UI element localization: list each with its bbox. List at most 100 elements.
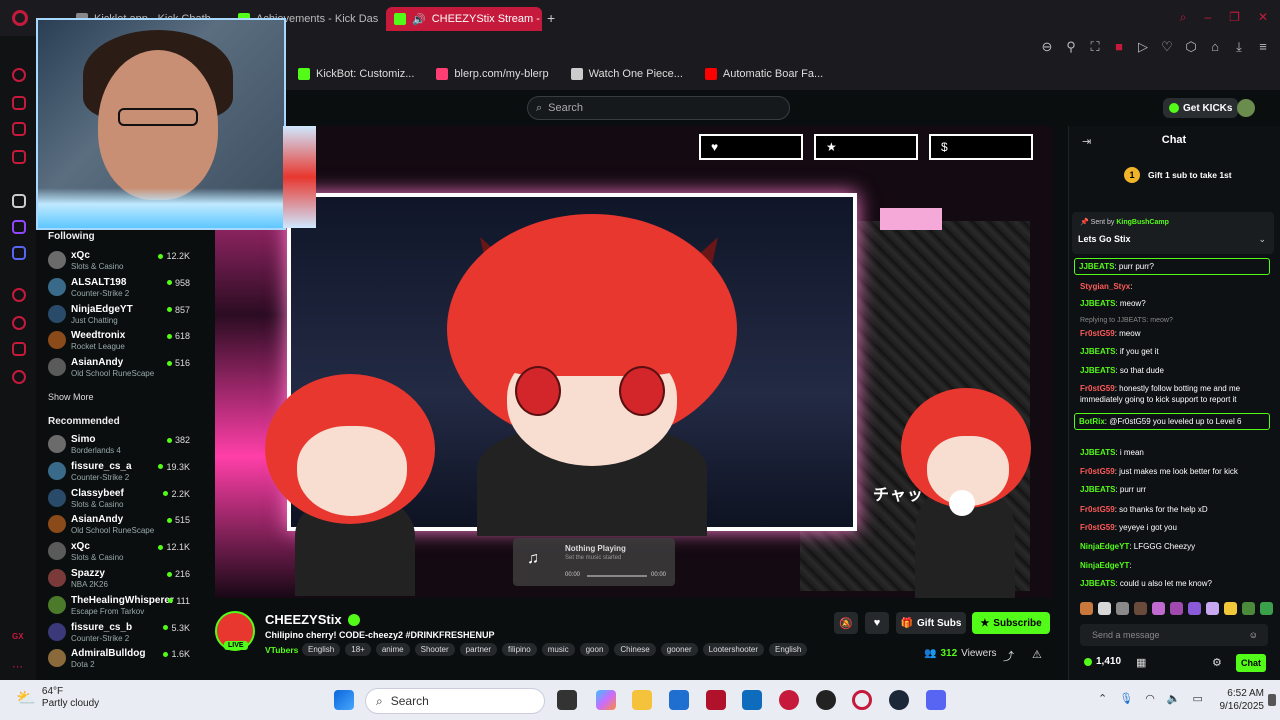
- weather-widget[interactable]: ⛅ 64°F Partly cloudy: [16, 686, 99, 710]
- system-clock[interactable]: 6:52 AM 9/16/2025: [1204, 687, 1265, 713]
- subscribe-button[interactable]: ★ Subscribe: [972, 612, 1050, 634]
- settings-icon[interactable]: [12, 370, 26, 384]
- file-explorer-icon[interactable]: [632, 690, 652, 710]
- app-icon-red[interactable]: [706, 690, 726, 710]
- channel-points[interactable]: 1,410: [1084, 656, 1121, 667]
- gift-subs-button[interactable]: 🎁 Gift Subs: [896, 612, 966, 634]
- chat-username[interactable]: JJBEATS: [1080, 299, 1115, 308]
- steam-icon[interactable]: [889, 690, 909, 710]
- twitch-icon[interactable]: [12, 220, 26, 234]
- copilot-icon[interactable]: [596, 690, 616, 710]
- volume-icon[interactable]: 🔈: [1167, 692, 1181, 705]
- chat-username[interactable]: Fr0stG59: [1080, 329, 1115, 338]
- stream-tag[interactable]: filipino: [502, 643, 537, 656]
- bookmark-blerp[interactable]: blerp.com/my-blerp: [436, 68, 549, 80]
- chat-message[interactable]: JJBEATS: i mean: [1080, 447, 1270, 458]
- media-app-icon[interactable]: [779, 690, 799, 710]
- emote-icon[interactable]: [1188, 602, 1201, 615]
- user-avatar[interactable]: [1237, 99, 1255, 117]
- stream-tag[interactable]: English: [302, 643, 341, 656]
- search-tabs-icon[interactable]: ⌕: [1180, 10, 1187, 25]
- bookmark-kickbot[interactable]: KickBot: Customiz...: [298, 68, 414, 80]
- speaker-icon[interactable]: 🔊: [412, 13, 426, 26]
- gift-leaderboard[interactable]: 1 Gift 1 sub to take 1st: [1124, 167, 1232, 183]
- chat-username[interactable]: JJBEATS: [1080, 579, 1115, 588]
- pinned-message[interactable]: 📌 Sent by KingBushCamp Lets Go Stix ⌄: [1072, 212, 1274, 254]
- store-icon[interactable]: ▦: [1136, 656, 1146, 669]
- chat-message[interactable]: Fr0stG59: so thanks for the help xD: [1080, 504, 1270, 515]
- opera-logo-icon[interactable]: [12, 10, 28, 26]
- channel-row[interactable]: Spazzy NBA 2K26 216: [48, 567, 190, 593]
- shield-icon[interactable]: ■: [1112, 39, 1126, 55]
- chat-username[interactable]: NinjaEdgeYT: [1080, 542, 1129, 551]
- download-icon[interactable]: ⤓: [1232, 39, 1246, 55]
- channel-row[interactable]: AsianAndy Old School RuneScape 515: [48, 513, 190, 539]
- chat-message[interactable]: JJBEATS: purr urr: [1080, 484, 1270, 495]
- stream-tag[interactable]: 18+: [345, 643, 371, 656]
- stream-tag[interactable]: music: [541, 643, 575, 656]
- chat-username[interactable]: Fr0stG59: [1080, 467, 1115, 476]
- profile-icon[interactable]: ⌂: [1208, 39, 1222, 55]
- chat-username[interactable]: BotRix: [1079, 417, 1105, 426]
- stream-tag[interactable]: English: [769, 643, 808, 656]
- channel-row[interactable]: AsianAndy Old School RuneScape 516: [48, 356, 190, 382]
- heart-icon[interactable]: ♡: [1160, 39, 1174, 55]
- battery-icon[interactable]: ▭: [1193, 692, 1203, 705]
- notifications-button[interactable]: 🔕: [834, 612, 858, 634]
- chat-message[interactable]: Fr0stG59: yeyeye i got you: [1080, 522, 1270, 533]
- chat-username[interactable]: JJBEATS: [1079, 262, 1114, 271]
- chat-message[interactable]: JJBEATS: so that dude: [1080, 365, 1270, 376]
- emote-icon[interactable]: [1134, 602, 1147, 615]
- taskbar-search[interactable]: ⌕ Search: [365, 688, 545, 714]
- music-player-icon[interactable]: [12, 150, 26, 164]
- send-message-input[interactable]: Send a message ☺: [1080, 624, 1268, 646]
- chat-settings-icon[interactable]: ⚙: [1212, 656, 1222, 669]
- emote-icon[interactable]: [1170, 602, 1183, 615]
- channel-row[interactable]: NinjaEdgeYT Just Chatting 857: [48, 303, 190, 329]
- emote-icon[interactable]: [1116, 602, 1129, 615]
- emoji-icon[interactable]: ☺: [1249, 630, 1258, 640]
- chat-username[interactable]: JJBEATS: [1080, 347, 1115, 356]
- stream-tag[interactable]: anime: [375, 643, 410, 656]
- chat-username[interactable]: NinjaEdgeYT: [1080, 561, 1129, 570]
- chat-username[interactable]: Fr0stG59: [1080, 384, 1115, 393]
- follow-button[interactable]: ♥: [865, 612, 889, 634]
- stream-tag[interactable]: Lootershooter: [702, 643, 765, 656]
- zoom-icon[interactable]: ⊖: [1040, 39, 1054, 55]
- emote-icon[interactable]: [1260, 602, 1273, 615]
- aria-icon[interactable]: [12, 68, 26, 82]
- chat-send-button[interactable]: Chat: [1236, 654, 1266, 672]
- channel-row[interactable]: ALSALT198 Counter-Strike 2 958: [48, 276, 190, 302]
- emote-icon[interactable]: [1152, 602, 1165, 615]
- kick-sidebar-icon[interactable]: [12, 194, 26, 208]
- channel-row[interactable]: Classybeef Slots & Casino 2.2K: [48, 487, 190, 513]
- cherry-app-icon[interactable]: [816, 690, 836, 710]
- video-player[interactable]: ♥ ★ $ チャッ ♫ Nothing Playing Set the musi…: [215, 126, 1053, 598]
- emote-icon[interactable]: [1206, 602, 1219, 615]
- channel-row[interactable]: fissure_cs_a Counter-Strike 2 19.3K: [48, 460, 190, 486]
- windows-start-icon[interactable]: [334, 690, 354, 710]
- chat-message[interactable]: NinjaEdgeYT: LFGGG Cheezyy: [1080, 541, 1270, 552]
- opera-gx-icon[interactable]: [852, 690, 872, 710]
- share-icon[interactable]: ⤴: [1003, 648, 1014, 664]
- stream-tag[interactable]: goon: [579, 643, 610, 656]
- chat-message[interactable]: JJBEATS: purr purr?: [1074, 258, 1270, 275]
- search-input[interactable]: ⌕ Search: [527, 96, 790, 120]
- screenshot-icon[interactable]: ⛶: [1088, 39, 1102, 55]
- show-more-button[interactable]: Show More: [48, 392, 94, 402]
- chat-message[interactable]: Fr0stG59: meow: [1080, 328, 1270, 339]
- outlook-icon[interactable]: [742, 690, 762, 710]
- more-icon[interactable]: ⋯: [12, 660, 26, 674]
- bookmark-one-piece[interactable]: Watch One Piece...: [570, 68, 683, 80]
- extensions-icon[interactable]: ⬡: [1184, 39, 1198, 55]
- channel-row[interactable]: TheHealingWhisperer Escape From Tarkov 111: [48, 594, 190, 620]
- stream-tag[interactable]: gooner: [660, 643, 698, 656]
- chat-username[interactable]: Fr0stG59: [1080, 505, 1115, 514]
- chat-message[interactable]: BotRix: @Fr0stG59 you leveled up to Leve…: [1074, 413, 1270, 430]
- channel-row[interactable]: Weedtronix Rocket League 618: [48, 329, 190, 355]
- wifi-icon[interactable]: ◠: [1145, 692, 1155, 705]
- stream-tag[interactable]: partner: [459, 643, 498, 656]
- chevron-up-icon[interactable]: ⌃: [1098, 692, 1107, 705]
- discord-taskbar-icon[interactable]: [926, 690, 946, 710]
- get-kicks-button[interactable]: Get KICKs: [1163, 98, 1239, 118]
